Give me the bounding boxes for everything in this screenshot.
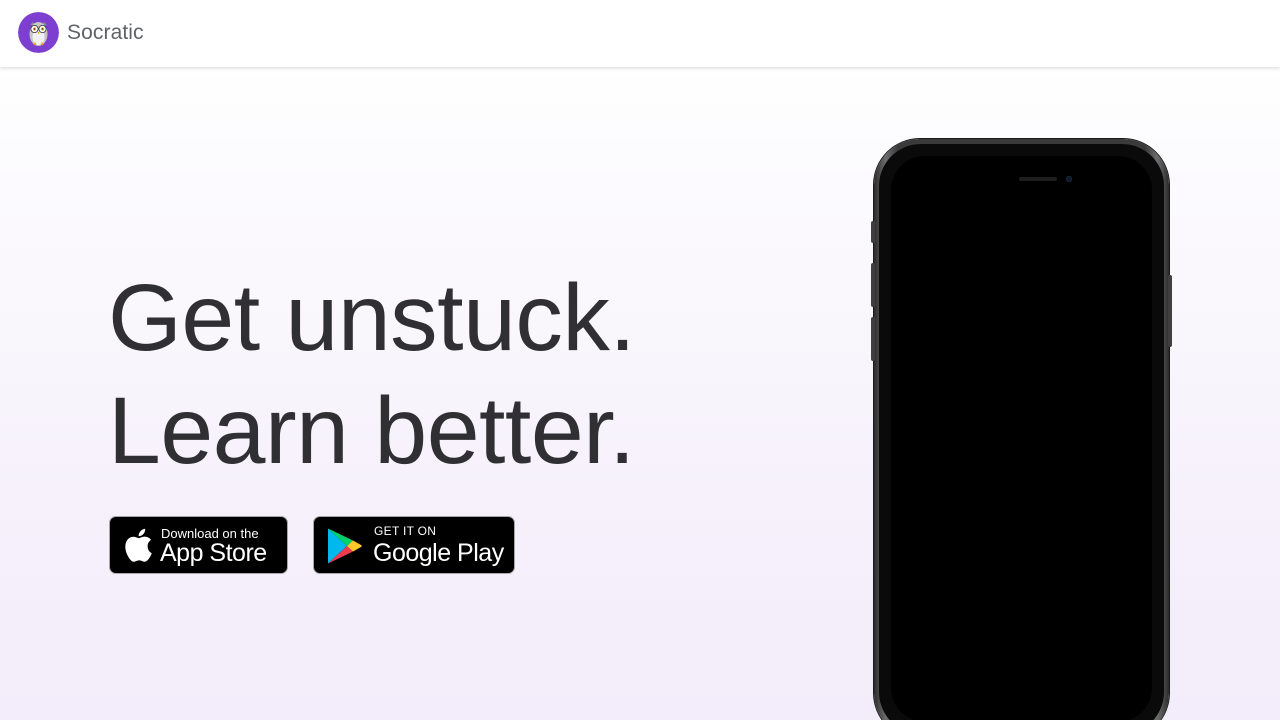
phone-volume-up-button: [871, 263, 875, 307]
phone-screen: [891, 156, 1152, 720]
headline-line-2: Learn better.: [108, 378, 635, 484]
phone-volume-down-button: [871, 317, 875, 361]
home-logo-link[interactable]: Socratic: [18, 12, 144, 53]
app-store-button[interactable]: Download on the App Store: [109, 516, 288, 574]
google-play-big-text: Google Play: [373, 539, 504, 567]
phone-side-button: [1168, 275, 1172, 347]
google-play-small-text: GET IT ON: [374, 524, 437, 538]
phone-camera: [1066, 176, 1072, 182]
brand-name: Socratic: [67, 20, 144, 44]
phone-bezel: [879, 144, 1164, 720]
apple-icon: [123, 528, 153, 567]
owl-logo-icon: [18, 12, 59, 53]
phone-speaker: [1019, 177, 1057, 181]
headline-line-1: Get unstuck.: [108, 265, 636, 371]
app-store-big-text: App Store: [160, 539, 267, 567]
phone-mute-switch: [871, 221, 875, 243]
top-navigation-bar: Socratic: [0, 0, 1280, 67]
google-play-icon: [327, 527, 363, 570]
hero-headline: Get unstuck. Learn better.: [108, 262, 636, 488]
google-play-button[interactable]: GET IT ON Google Play: [313, 516, 515, 574]
phone-mockup: [871, 139, 1172, 720]
